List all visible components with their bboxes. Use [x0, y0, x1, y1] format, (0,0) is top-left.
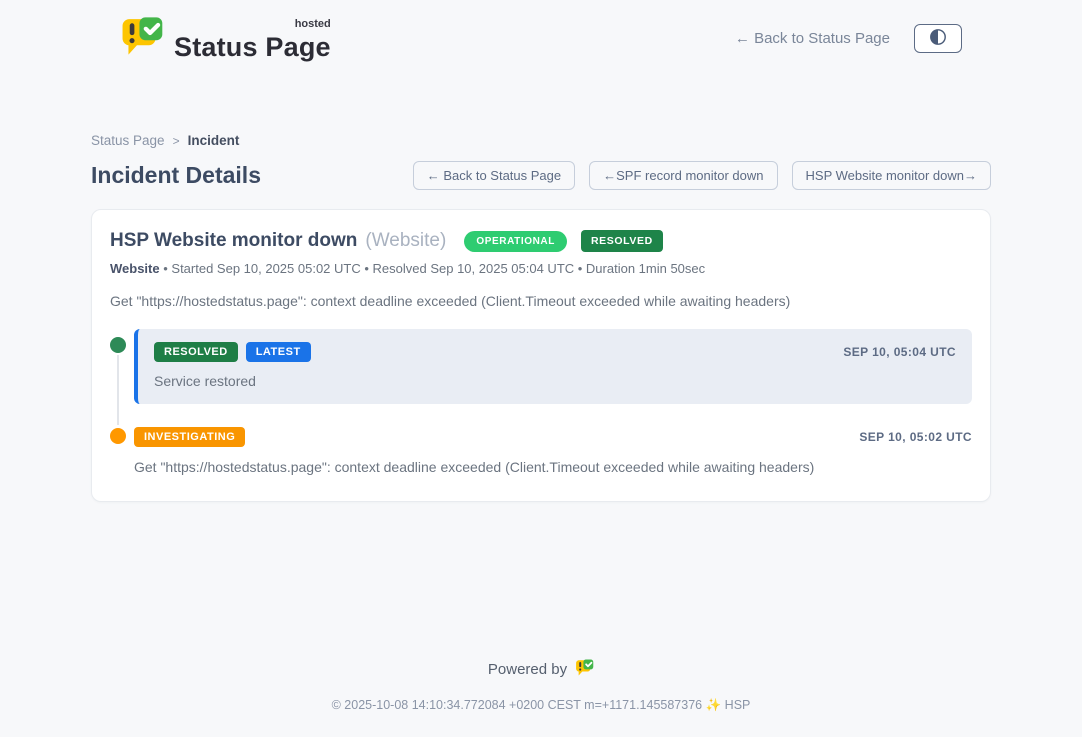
- page-title: Incident Details: [91, 162, 261, 189]
- prev-incident-button[interactable]: ←SPF record monitor down: [589, 161, 777, 190]
- incident-title: HSP Website monitor down: [110, 230, 357, 252]
- timeline-entry-investigating: INVESTIGATING SEP 10, 05:02 UTC Get "htt…: [110, 427, 972, 475]
- powered-by-label: Powered by: [488, 661, 567, 678]
- incident-meta-details: • Started Sep 10, 2025 05:02 UTC • Resol…: [163, 261, 705, 276]
- timeline-entry-body: INVESTIGATING SEP 10, 05:02 UTC Get "htt…: [134, 427, 972, 475]
- logo[interactable]: Status Page hosted: [120, 14, 331, 63]
- footer: Powered by © 2025-10-08 14:10:34.772084 …: [0, 658, 1082, 713]
- resolved-badge: RESOLVED: [154, 342, 238, 362]
- timeline-message: Service restored: [154, 373, 956, 389]
- investigating-badge: INVESTIGATING: [134, 427, 245, 447]
- copyright-text: © 2025-10-08 14:10:34.772084 +0200 CEST …: [332, 698, 703, 712]
- timeline-timestamp: SEP 10, 05:02 UTC: [859, 430, 972, 444]
- breadcrumb-separator: >: [173, 134, 180, 148]
- incident-timeline: RESOLVED LATEST SEP 10, 05:04 UTC Servic…: [110, 329, 972, 475]
- powered-by: Powered by: [488, 658, 594, 681]
- theme-toggle-button[interactable]: [914, 24, 962, 53]
- operational-status-badge: OPERATIONAL: [464, 231, 567, 252]
- timeline-entry-resolved: RESOLVED LATEST SEP 10, 05:04 UTC Servic…: [110, 329, 972, 404]
- header-right: ← Back to Status Page: [735, 24, 962, 53]
- statuspage-mini-logo-icon[interactable]: [575, 658, 594, 681]
- timeline-dot-orange: [110, 428, 126, 444]
- timeline-message: Get "https://hostedstatus.page": context…: [134, 459, 972, 475]
- next-incident-button[interactable]: HSP Website monitor down→: [792, 161, 991, 190]
- half-circle-theme-icon: [929, 28, 947, 49]
- incident-title-row: HSP Website monitor down (Website) OPERA…: [110, 230, 972, 252]
- brand-name: Status Page hosted: [174, 22, 331, 63]
- sparkles-icon: ✨: [706, 698, 722, 712]
- incident-meta: Website • Started Sep 10, 2025 05:02 UTC…: [110, 261, 972, 276]
- timeline-timestamp: SEP 10, 05:04 UTC: [843, 345, 956, 359]
- statuspage-logo-icon: [120, 14, 164, 63]
- timeline-entry-header: RESOLVED LATEST SEP 10, 05:04 UTC: [154, 342, 956, 362]
- timeline-highlight-box: RESOLVED LATEST SEP 10, 05:04 UTC Servic…: [134, 329, 972, 404]
- timeline-badges: INVESTIGATING: [134, 427, 245, 447]
- breadcrumb-incident: Incident: [188, 133, 240, 148]
- incident-nav-buttons: ← Back to Status Page ←SPF record monito…: [413, 161, 991, 190]
- title-row: Incident Details ← Back to Status Page ←…: [91, 161, 991, 190]
- brand-superscript: hosted: [295, 18, 331, 30]
- incident-component-label: (Website): [365, 230, 446, 252]
- main-content: Status Page > Incident Incident Details …: [91, 133, 991, 502]
- latest-badge: LATEST: [246, 342, 311, 362]
- header: Status Page hosted ← Back to Status Page: [120, 0, 962, 63]
- timeline-entry-header: INVESTIGATING SEP 10, 05:02 UTC: [134, 427, 972, 447]
- incident-card: HSP Website monitor down (Website) OPERA…: [91, 209, 991, 502]
- timeline-badges: RESOLVED LATEST: [154, 342, 311, 362]
- timeline-dot-green: [110, 337, 126, 353]
- resolved-status-badge: RESOLVED: [581, 230, 663, 252]
- incident-description: Get "https://hostedstatus.page": context…: [110, 293, 972, 309]
- incident-meta-component: Website: [110, 261, 160, 276]
- brand-text: Status Page: [174, 32, 331, 62]
- back-to-status-page-button[interactable]: ← Back to Status Page: [413, 161, 575, 190]
- copyright-line: © 2025-10-08 14:10:34.772084 +0200 CEST …: [0, 698, 1082, 713]
- copyright-suffix: HSP: [725, 698, 751, 712]
- breadcrumb: Status Page > Incident: [91, 133, 991, 148]
- back-to-status-page-link[interactable]: ← Back to Status Page: [735, 30, 890, 47]
- breadcrumb-status-page[interactable]: Status Page: [91, 133, 165, 148]
